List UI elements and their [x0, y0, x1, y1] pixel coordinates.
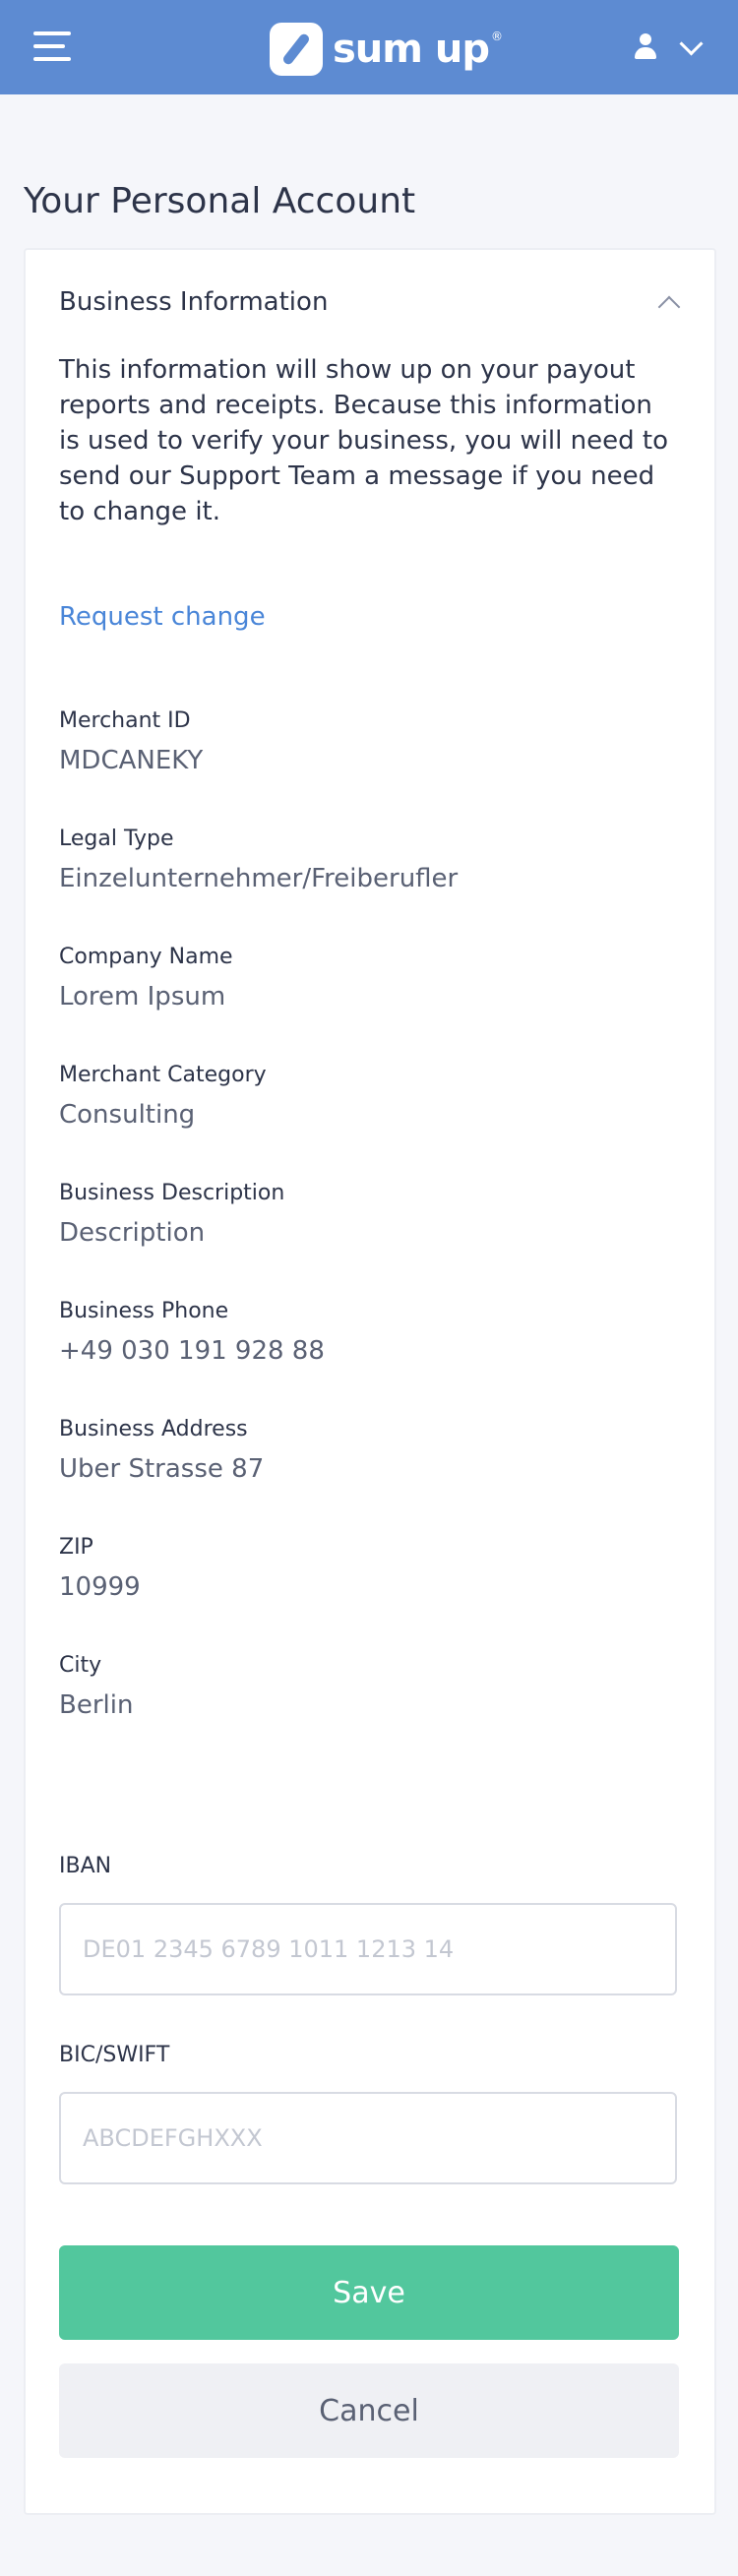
business-phone-value: +49 030 191 928 88 — [59, 1336, 325, 1366]
intro-text: This information will show up on your pa… — [59, 355, 668, 526]
business-description-label: Business Description — [59, 1181, 285, 1205]
business-phone-label: Business Phone — [59, 1299, 229, 1323]
company-name-value: Lorem Ipsum — [59, 982, 226, 1012]
business-information-card: Business Information This information wi… — [24, 248, 716, 2515]
sumup-logo-icon — [270, 23, 323, 76]
user-icon[interactable] — [633, 33, 658, 59]
business-description-value: Description — [59, 1218, 206, 1248]
merchant-id-label: Merchant ID — [59, 708, 191, 733]
city-label: City — [59, 1653, 102, 1678]
business-address-value: Uber Strasse 87 — [59, 1454, 265, 1484]
sumup-logo[interactable]: sum up ® — [270, 22, 503, 77]
chevron-down-icon[interactable] — [679, 31, 704, 56]
cancel-button[interactable]: Cancel — [59, 2363, 679, 2458]
hamburger-menu-icon[interactable] — [33, 31, 71, 61]
iban-label: IBAN — [59, 1854, 112, 1878]
chevron-up-icon[interactable] — [657, 295, 681, 319]
logo-registered-mark: ® — [491, 30, 503, 43]
merchant-category-label: Merchant Category — [59, 1063, 267, 1087]
save-button[interactable]: Save — [59, 2245, 679, 2340]
section-title: Business Information — [59, 287, 329, 317]
request-change-link[interactable]: Request change — [59, 602, 266, 632]
top-bar: sum up ® — [0, 0, 738, 94]
zip-label: ZIP — [59, 1535, 93, 1560]
company-name-label: Company Name — [59, 945, 233, 969]
merchant-id-value: MDCANEKY — [59, 746, 204, 775]
legal-type-label: Legal Type — [59, 827, 174, 851]
bic-swift-input[interactable] — [59, 2092, 677, 2184]
page-title: Your Personal Account — [24, 181, 416, 222]
business-address-label: Business Address — [59, 1417, 248, 1441]
iban-input[interactable] — [59, 1903, 677, 1995]
logo-text: sum up — [333, 27, 490, 72]
zip-value: 10999 — [59, 1572, 141, 1602]
bic-swift-label: BIC/SWIFT — [59, 2043, 170, 2067]
city-value: Berlin — [59, 1690, 134, 1720]
merchant-category-value: Consulting — [59, 1100, 196, 1130]
legal-type-value: Einzelunternehmer/Freiberufler — [59, 864, 459, 893]
